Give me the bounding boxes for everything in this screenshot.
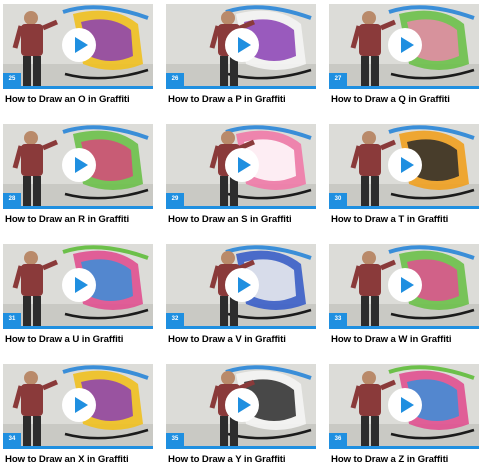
video-title[interactable]: How to Draw a U in Graffiti bbox=[5, 334, 165, 345]
play-icon bbox=[401, 397, 414, 413]
play-icon bbox=[238, 157, 251, 173]
video-title[interactable]: How to Draw a V in Graffiti bbox=[168, 334, 328, 345]
play-icon bbox=[238, 37, 251, 53]
video-card[interactable]: 29 How to Draw an S in Graffiti bbox=[166, 124, 316, 234]
video-card[interactable]: 26 How to Draw a P in Graffiti bbox=[166, 4, 316, 114]
play-button[interactable] bbox=[62, 268, 96, 302]
thumbnail-progress-bar bbox=[329, 446, 479, 449]
play-icon bbox=[75, 157, 88, 173]
play-button[interactable] bbox=[225, 28, 259, 62]
thumbnail-progress-bar bbox=[3, 86, 153, 89]
episode-number-badge: 26 bbox=[166, 73, 184, 86]
video-thumbnail[interactable]: 25 bbox=[3, 4, 153, 86]
play-icon bbox=[238, 397, 251, 413]
thumbnail-progress-bar bbox=[166, 206, 316, 209]
video-card[interactable]: 27 How to Draw a Q in Graffiti bbox=[329, 4, 479, 114]
video-title[interactable]: How to Draw a Z in Graffiti bbox=[331, 454, 480, 465]
thumbnail-progress-bar bbox=[329, 206, 479, 209]
video-title[interactable]: How to Draw an R in Graffiti bbox=[5, 214, 165, 225]
play-icon bbox=[75, 37, 88, 53]
play-button[interactable] bbox=[225, 268, 259, 302]
play-icon bbox=[401, 37, 414, 53]
thumbnail-progress-bar bbox=[3, 326, 153, 329]
video-card[interactable]: 31 How to Draw a U in Graffiti bbox=[3, 244, 153, 354]
episode-number-badge: 33 bbox=[329, 313, 347, 326]
video-card[interactable]: 35 How to Draw a Y in Graffiti bbox=[166, 364, 316, 467]
video-thumbnail[interactable]: 36 bbox=[329, 364, 479, 446]
video-title[interactable]: How to Draw a Q in Graffiti bbox=[331, 94, 480, 105]
video-thumbnail[interactable]: 27 bbox=[329, 4, 479, 86]
video-title[interactable]: How to Draw a Y in Graffiti bbox=[168, 454, 328, 465]
episode-number-badge: 28 bbox=[3, 193, 21, 206]
video-card[interactable]: 36 How to Draw a Z in Graffiti bbox=[329, 364, 479, 467]
episode-number-badge: 36 bbox=[329, 433, 347, 446]
play-icon bbox=[238, 277, 251, 293]
episode-number-badge: 31 bbox=[3, 313, 21, 326]
video-thumbnail[interactable]: 31 bbox=[3, 244, 153, 326]
play-button[interactable] bbox=[225, 388, 259, 422]
play-button[interactable] bbox=[225, 148, 259, 182]
play-icon bbox=[75, 397, 88, 413]
episode-number-badge: 27 bbox=[329, 73, 347, 86]
play-button[interactable] bbox=[388, 268, 422, 302]
thumbnail-progress-bar bbox=[329, 86, 479, 89]
thumbnail-progress-bar bbox=[166, 326, 316, 329]
thumbnail-progress-bar bbox=[329, 326, 479, 329]
thumbnail-progress-bar bbox=[166, 446, 316, 449]
play-button[interactable] bbox=[62, 148, 96, 182]
play-icon bbox=[75, 277, 88, 293]
video-thumbnail[interactable]: 30 bbox=[329, 124, 479, 206]
video-thumbnail[interactable]: 35 bbox=[166, 364, 316, 446]
video-card[interactable]: 25 How to Draw an O in Graffiti bbox=[3, 4, 153, 114]
video-grid: 25 How to Draw an O in Graffiti 26 How t… bbox=[0, 0, 480, 467]
video-card[interactable]: 32 How to Draw a V in Graffiti bbox=[166, 244, 316, 354]
episode-number-badge: 30 bbox=[329, 193, 347, 206]
video-thumbnail[interactable]: 28 bbox=[3, 124, 153, 206]
play-button[interactable] bbox=[62, 28, 96, 62]
play-icon bbox=[401, 157, 414, 173]
video-thumbnail[interactable]: 26 bbox=[166, 4, 316, 86]
play-icon bbox=[401, 277, 414, 293]
video-card[interactable]: 33 How to Draw a W in Graffiti bbox=[329, 244, 479, 354]
video-title[interactable]: How to Draw an X in Graffiti bbox=[5, 454, 165, 465]
video-thumbnail[interactable]: 29 bbox=[166, 124, 316, 206]
video-title[interactable]: How to Draw a T in Graffiti bbox=[331, 214, 480, 225]
video-thumbnail[interactable]: 34 bbox=[3, 364, 153, 446]
video-title[interactable]: How to Draw an S in Graffiti bbox=[168, 214, 328, 225]
video-title[interactable]: How to Draw a P in Graffiti bbox=[168, 94, 328, 105]
thumbnail-progress-bar bbox=[166, 86, 316, 89]
play-button[interactable] bbox=[62, 388, 96, 422]
video-title[interactable]: How to Draw a W in Graffiti bbox=[331, 334, 480, 345]
video-card[interactable]: 34 How to Draw an X in Graffiti bbox=[3, 364, 153, 467]
episode-number-badge: 34 bbox=[3, 433, 21, 446]
episode-number-badge: 35 bbox=[166, 433, 184, 446]
play-button[interactable] bbox=[388, 28, 422, 62]
video-card[interactable]: 28 How to Draw an R in Graffiti bbox=[3, 124, 153, 234]
episode-number-badge: 29 bbox=[166, 193, 184, 206]
play-button[interactable] bbox=[388, 148, 422, 182]
video-card[interactable]: 30 How to Draw a T in Graffiti bbox=[329, 124, 479, 234]
thumbnail-progress-bar bbox=[3, 446, 153, 449]
video-thumbnail[interactable]: 32 bbox=[166, 244, 316, 326]
play-button[interactable] bbox=[388, 388, 422, 422]
video-title[interactable]: How to Draw an O in Graffiti bbox=[5, 94, 165, 105]
episode-number-badge: 32 bbox=[166, 313, 184, 326]
video-thumbnail[interactable]: 33 bbox=[329, 244, 479, 326]
thumbnail-progress-bar bbox=[3, 206, 153, 209]
episode-number-badge: 25 bbox=[3, 73, 21, 86]
